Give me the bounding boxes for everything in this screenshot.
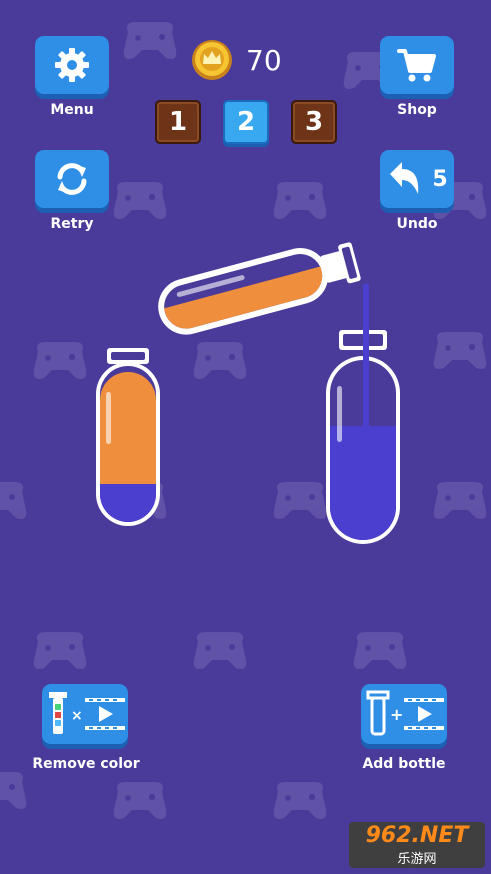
- level-tile-1[interactable]: 1: [155, 100, 201, 144]
- cart-icon: [397, 49, 436, 82]
- video-ad-icon: [404, 698, 444, 730]
- watermark-sub: 乐游网: [397, 852, 437, 867]
- undo-label: Undo: [396, 216, 438, 232]
- menu-label: Menu: [50, 102, 94, 118]
- undo-button[interactable]: 5: [380, 150, 454, 208]
- undo-arrow-icon: [390, 162, 419, 194]
- shop-button[interactable]: [380, 36, 454, 94]
- undo-count: 5: [432, 166, 448, 192]
- watermark-logo: 962.NET 乐游网: [349, 822, 485, 868]
- coin-crown-icon: [192, 40, 232, 80]
- menu-button[interactable]: [35, 36, 109, 94]
- remove-color-label: Remove color: [32, 756, 140, 772]
- svg-text:+: +: [390, 705, 403, 724]
- level-tile-3[interactable]: 3: [291, 100, 337, 144]
- retry-button[interactable]: [35, 150, 109, 208]
- refresh-icon: [57, 163, 87, 195]
- remove-color-icon: ×: [49, 692, 125, 734]
- video-ad-icon: [85, 698, 125, 730]
- add-bottle-button[interactable]: +: [361, 684, 447, 744]
- coin-count: 70: [246, 43, 282, 77]
- shop-label: Shop: [397, 102, 437, 118]
- coin-counter: 70: [190, 38, 282, 82]
- add-bottle-label: Add bottle: [362, 756, 446, 772]
- watermark-brand: 962.NET: [365, 823, 469, 848]
- remove-color-button[interactable]: ×: [42, 684, 128, 744]
- level-tile-2[interactable]: 2: [223, 100, 269, 144]
- retry-label: Retry: [50, 216, 94, 232]
- add-bottle-icon: +: [366, 690, 444, 736]
- gear-icon: [55, 48, 89, 82]
- svg-text:×: ×: [71, 708, 83, 724]
